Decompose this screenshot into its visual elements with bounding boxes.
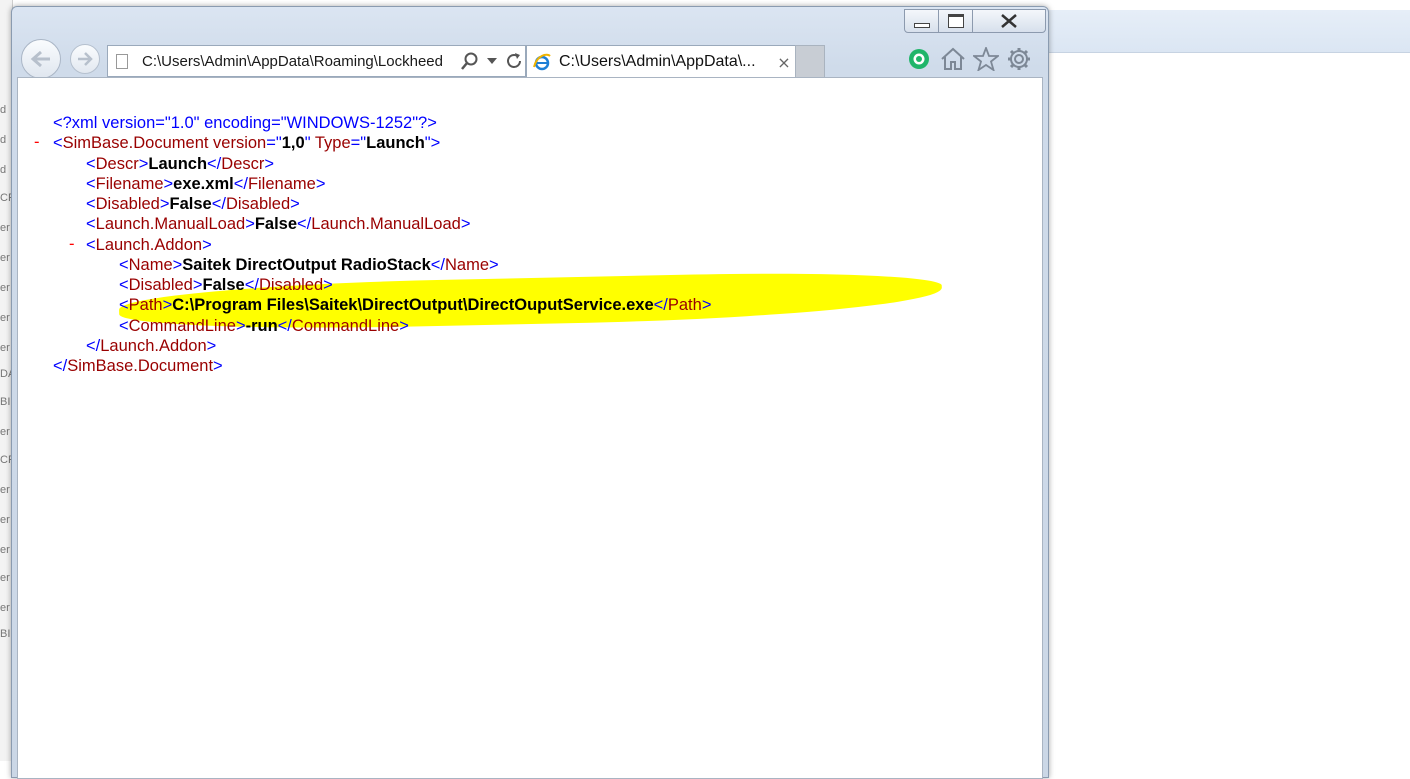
background-strip-text: er bbox=[0, 544, 10, 556]
background-strip-text: BI bbox=[0, 396, 11, 408]
address-dropdown-button[interactable] bbox=[481, 47, 503, 75]
filename-value: exe.xml bbox=[173, 175, 234, 193]
root-tag: SimBase.Document bbox=[62, 134, 209, 152]
tab-close-button[interactable]: × bbox=[773, 53, 795, 72]
minimize-button[interactable] bbox=[904, 9, 939, 33]
forward-arrow-icon bbox=[78, 52, 93, 66]
refresh-icon bbox=[507, 53, 521, 68]
root-close-line: </SimBase.Document> bbox=[53, 357, 223, 375]
home-button[interactable] bbox=[939, 45, 967, 73]
search-button[interactable] bbox=[459, 47, 481, 75]
descr-line: <Descr>Launch</Descr> bbox=[86, 155, 275, 173]
addon-circle-icon bbox=[909, 49, 929, 69]
background-strip-text: d bbox=[0, 104, 7, 116]
refresh-button[interactable] bbox=[503, 47, 525, 75]
toolbar-icons bbox=[905, 45, 1040, 73]
disabled-value: False bbox=[169, 195, 212, 213]
commandline-value: -run bbox=[245, 317, 278, 335]
background-strip-text: er bbox=[0, 282, 10, 294]
favorites-button[interactable] bbox=[972, 45, 1000, 73]
addon-disabled-line: <Disabled>False</Disabled> bbox=[119, 276, 333, 294]
addon-close-line: </Launch.Addon> bbox=[86, 337, 217, 355]
forward-button[interactable] bbox=[70, 44, 100, 74]
collapse-root[interactable]: - bbox=[34, 133, 40, 152]
manualload-value: False bbox=[254, 215, 298, 233]
background-strip-text: er bbox=[0, 312, 10, 324]
maximize-icon bbox=[947, 14, 964, 28]
back-button[interactable] bbox=[21, 39, 61, 79]
collapse-addon[interactable]: - bbox=[69, 235, 75, 254]
close-window-button[interactable] bbox=[972, 9, 1046, 33]
star-icon bbox=[973, 47, 999, 71]
background-strip-text: er bbox=[0, 572, 10, 584]
addon-open-line: <Launch.Addon> bbox=[86, 236, 212, 254]
ie-logo-icon bbox=[533, 53, 551, 71]
name-value: Saitek DirectOutput RadioStack bbox=[182, 256, 431, 274]
address-bar[interactable]: C:\Users\Admin\AppData\Roaming\Lockheed bbox=[107, 45, 526, 77]
background-titlebar bbox=[1046, 10, 1410, 53]
commandline-line: <CommandLine>-run</CommandLine> bbox=[119, 317, 409, 335]
tab-title: C:\Users\Admin\AppData\... bbox=[559, 53, 756, 70]
background-strip-text: er bbox=[0, 514, 10, 526]
name-line: <Name>Saitek DirectOutput RadioStack</Na… bbox=[119, 256, 499, 274]
background-strip-text: er bbox=[0, 426, 10, 438]
tools-button[interactable] bbox=[1005, 45, 1033, 73]
minimize-icon bbox=[913, 22, 930, 28]
xml-declaration-text: <?xml version="1.0" encoding="WINDOWS-12… bbox=[53, 114, 437, 132]
address-text[interactable]: C:\Users\Admin\AppData\Roaming\Lockheed bbox=[142, 53, 459, 70]
background-strip-text: d bbox=[0, 164, 7, 176]
path-value: C:\Program Files\Saitek\DirectOutput\Dir… bbox=[172, 296, 654, 314]
path-line: <Path>C:\Program Files\Saitek\DirectOutp… bbox=[119, 296, 712, 314]
background-strip-text: er bbox=[0, 252, 10, 264]
gear-icon bbox=[1008, 48, 1030, 70]
descr-value: Launch bbox=[148, 155, 208, 173]
root-open-line: <SimBase.Document version="1,0" Type="La… bbox=[53, 134, 441, 152]
background-strip-text: er bbox=[0, 222, 10, 234]
filename-line: <Filename>exe.xml</Filename> bbox=[86, 175, 326, 193]
new-tab-button[interactable] bbox=[795, 45, 825, 78]
manualload-line: <Launch.ManualLoad>False</Launch.ManualL… bbox=[86, 215, 471, 233]
search-icon bbox=[461, 52, 478, 70]
background-strip-text: er bbox=[0, 342, 10, 354]
tab-active[interactable]: C:\Users\Admin\AppData\... × bbox=[526, 45, 796, 78]
xml-declaration: <?xml version="1.0" encoding="WINDOWS-12… bbox=[53, 113, 437, 133]
background-strip-text: er bbox=[0, 484, 10, 496]
root-attr-version: version bbox=[213, 134, 267, 152]
page-viewport: <?xml version="1.0" encoding="WINDOWS-12… bbox=[17, 77, 1043, 779]
window-controls bbox=[904, 9, 1047, 33]
disabled-line: <Disabled>False</Disabled> bbox=[86, 195, 300, 213]
addon-button[interactable] bbox=[905, 45, 933, 73]
home-icon bbox=[941, 47, 965, 70]
back-arrow-icon bbox=[30, 50, 50, 68]
page-icon bbox=[116, 53, 128, 69]
root-attr-type-value: Launch bbox=[366, 134, 425, 152]
chevron-down-icon bbox=[487, 58, 497, 64]
addon-disabled-value: False bbox=[202, 276, 245, 294]
background-strip-text: er bbox=[0, 602, 10, 614]
browser-window: C:\Users\Admin\AppData\Roaming\Lockheed … bbox=[11, 6, 1049, 779]
close-icon bbox=[1001, 14, 1017, 28]
background-strip-text: d bbox=[0, 134, 7, 146]
maximize-button[interactable] bbox=[938, 9, 973, 33]
background-strip-text: BI bbox=[0, 628, 11, 640]
root-attr-type: Type bbox=[314, 134, 351, 152]
root-attr-version-value: 1,0 bbox=[281, 134, 305, 152]
